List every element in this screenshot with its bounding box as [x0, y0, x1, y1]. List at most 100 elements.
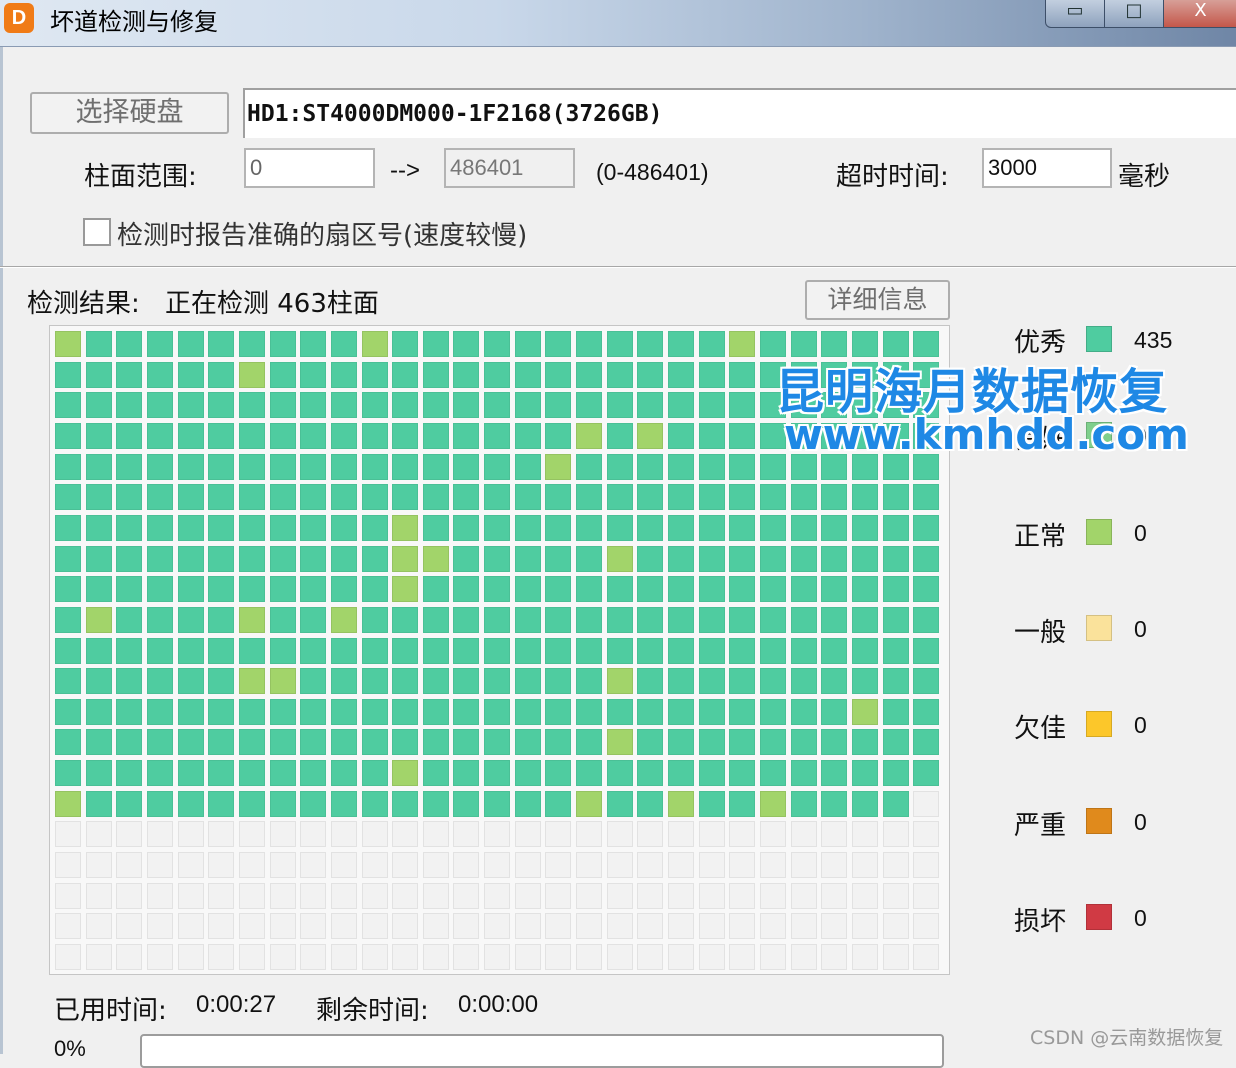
legend-label: 欠佳 [1014, 714, 1067, 744]
block-cell [55, 852, 81, 879]
title-bar: D 坏道检测与修复 ▭ □ X [0, 0, 1236, 47]
block-cell [392, 545, 419, 572]
block-cell [514, 760, 541, 787]
block-cell [392, 606, 419, 633]
block-cell [55, 484, 81, 511]
block-cell [300, 361, 327, 388]
close-button[interactable]: X [1163, 0, 1236, 28]
block-cell [146, 453, 173, 480]
block-cell [637, 913, 664, 940]
block-cell [545, 637, 572, 664]
block-cell [422, 882, 449, 909]
block-cell [606, 606, 633, 633]
block-cell [361, 821, 388, 848]
block-cell [177, 637, 204, 664]
block-cell [729, 760, 756, 787]
minimize-button[interactable]: ▭ [1045, 0, 1105, 28]
elapsed-time-value: 0:00:27 [196, 991, 277, 1018]
block-cell [238, 852, 265, 879]
block-cell [668, 422, 694, 449]
block-cell [300, 606, 327, 633]
block-cell [392, 514, 419, 541]
block-cell [208, 698, 235, 725]
remaining-time-label: 剩余时间: [316, 996, 429, 1026]
block-cell [453, 821, 480, 848]
block-cell [116, 422, 143, 449]
block-cell [514, 606, 541, 633]
block-cell [361, 913, 388, 940]
block-cell [729, 821, 756, 848]
block-cell [851, 760, 878, 787]
block-cell [361, 453, 388, 480]
block-cell [300, 331, 327, 357]
block-cell [576, 545, 603, 572]
legend-swatch [1086, 904, 1112, 930]
block-cell [698, 821, 725, 848]
block-cell [637, 514, 664, 541]
block-cell [208, 453, 235, 480]
block-cell [882, 760, 909, 787]
block-cell [821, 882, 848, 909]
block-cell [269, 576, 296, 603]
block-cell [668, 729, 694, 756]
cylinder-start-input[interactable]: 0 [244, 148, 375, 188]
block-cell [514, 852, 541, 879]
block-cell [146, 514, 173, 541]
block-cell [238, 422, 265, 449]
block-cell [606, 361, 633, 388]
block-cell [668, 453, 694, 480]
block-cell [146, 790, 173, 817]
legend-count: 0 [1134, 520, 1147, 546]
legend-count: 0 [1134, 616, 1147, 642]
block-cell [729, 422, 756, 449]
block-cell [453, 484, 480, 511]
block-cell [851, 882, 878, 909]
accurate-sector-checkbox[interactable] [83, 218, 111, 246]
block-cell [576, 637, 603, 664]
block-cell [606, 698, 633, 725]
block-cell [821, 668, 848, 695]
block-cell [208, 760, 235, 787]
block-cell [821, 760, 848, 787]
block-cell [637, 760, 664, 787]
block-cell [208, 790, 235, 817]
block-cell [637, 453, 664, 480]
block-cell [882, 790, 909, 817]
block-cell [453, 852, 480, 879]
block-cell [698, 698, 725, 725]
block-cell [116, 514, 143, 541]
block-cell [576, 821, 603, 848]
block-cell [790, 821, 817, 848]
block-cell [146, 698, 173, 725]
accurate-sector-label[interactable]: 检测时报告准确的扇区号(速度较慢) [117, 215, 527, 252]
block-cell [576, 422, 603, 449]
block-cell [484, 545, 511, 572]
block-cell [606, 392, 633, 419]
select-disk-button[interactable]: 选择硬盘 [30, 92, 229, 134]
block-cell [361, 944, 388, 970]
block-cell [146, 545, 173, 572]
minimize-icon: ▭ [1066, 0, 1084, 21]
block-cell [668, 668, 694, 695]
block-cell [668, 821, 694, 848]
block-cell [269, 852, 296, 879]
block-cell [545, 821, 572, 848]
block-cell [422, 760, 449, 787]
block-cell [300, 882, 327, 909]
block-cell [851, 514, 878, 541]
block-cell [269, 484, 296, 511]
cylinder-end-input[interactable]: 486401 [444, 148, 575, 188]
block-cell [759, 760, 786, 787]
block-cell [422, 576, 449, 603]
block-cell [116, 913, 143, 940]
block-cell [790, 790, 817, 817]
block-cell [208, 361, 235, 388]
disk-name-field: HD1:ST4000DM000-1F2168(3726GB) [243, 88, 1236, 138]
block-cell [453, 453, 480, 480]
block-cell [821, 576, 848, 603]
block-cell [208, 821, 235, 848]
maximize-button[interactable]: □ [1104, 0, 1164, 28]
block-cell [698, 668, 725, 695]
details-button[interactable]: 详细信息 [805, 280, 950, 320]
timeout-input[interactable]: 3000 [982, 148, 1112, 188]
